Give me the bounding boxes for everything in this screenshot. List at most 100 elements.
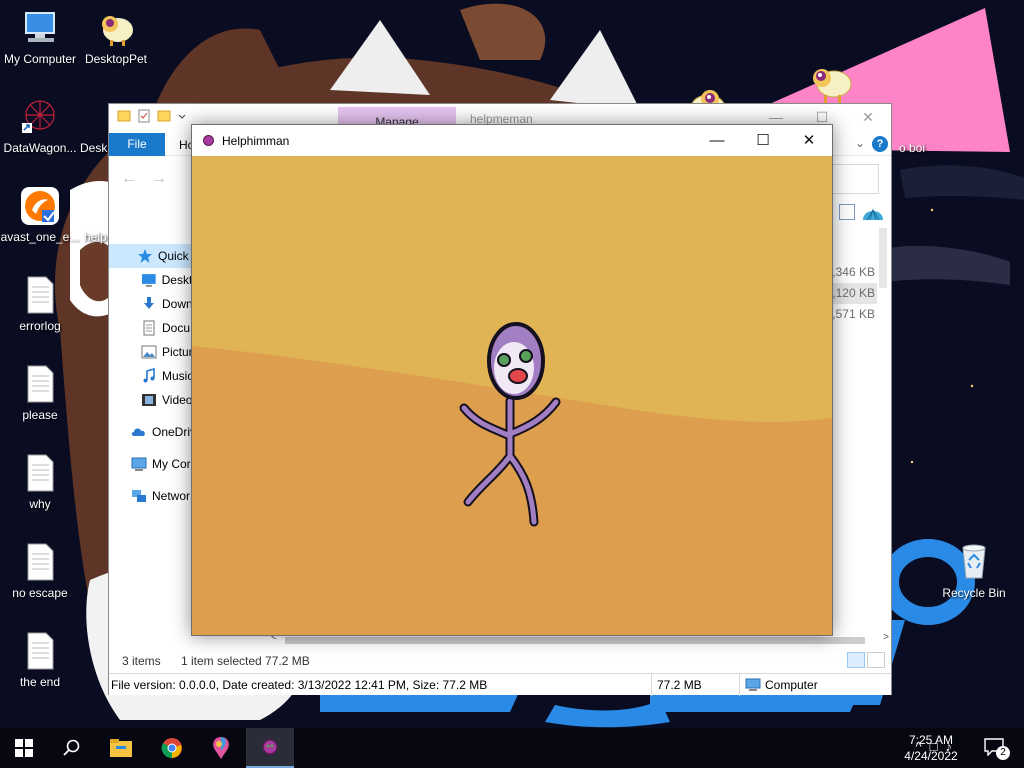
minimize-button[interactable]: —	[694, 125, 740, 156]
taskbar-file-explorer[interactable]	[97, 728, 145, 768]
clock-time: 7:25 AM	[908, 733, 954, 747]
file-size-column: 1,346 KB 9,120 KB 0,571 KB	[825, 262, 877, 325]
desktop-icon-help[interactable]: help	[84, 186, 108, 244]
navigation-pane: Quick a Deskto Down Docu Pictur Music Vi…	[109, 244, 199, 508]
nav-item-label: Networ	[152, 489, 191, 503]
game-canvas[interactable]	[192, 156, 832, 635]
text-file-icon	[27, 632, 54, 670]
nav-item-documents[interactable]: Docu	[109, 316, 199, 340]
nav-item-quick-access[interactable]: Quick a	[109, 244, 199, 268]
nav-item-pictures[interactable]: Pictur	[109, 340, 199, 364]
computer-icon	[745, 678, 761, 691]
desktop-icon-datawagon[interactable]: DataWagon...	[0, 97, 80, 155]
view-toggle	[847, 652, 885, 668]
back-arrow-icon[interactable]: ←	[121, 170, 137, 188]
star-icon	[138, 249, 152, 263]
nav-item-music[interactable]: Music	[109, 364, 199, 388]
notification-count-badge: 2	[996, 746, 1010, 760]
network-icon	[132, 490, 146, 502]
maximize-button[interactable]: ☐	[740, 125, 786, 156]
clock-date: 4/24/2022	[904, 749, 958, 763]
start-icon	[15, 739, 33, 757]
desktop-icon-label: no escape	[12, 586, 68, 600]
new-folder-icon[interactable]	[157, 109, 171, 123]
help-button[interactable]: ?	[872, 136, 888, 152]
desktop-icon-avast[interactable]: avast_one_e...	[0, 186, 80, 244]
desktop-icon-label: why	[29, 497, 51, 511]
nav-item-label: OneDriv	[152, 425, 197, 439]
download-icon	[144, 297, 154, 309]
shell-icon[interactable]	[861, 202, 885, 224]
desktop-pet-sheep[interactable]	[806, 62, 854, 104]
game-scene	[192, 156, 832, 635]
desktop-icon-no-escape[interactable]: no escape	[0, 542, 80, 600]
game-window[interactable]: Helphimman — ☐ ✕	[191, 124, 833, 636]
datawagon-icon	[22, 100, 55, 133]
large-icons-view-button[interactable]	[867, 652, 885, 668]
search-button[interactable]	[48, 728, 96, 768]
status-bar: 3 items 1 item selected 77.2 MB	[109, 650, 891, 672]
close-button[interactable]: ✕	[845, 104, 891, 131]
recycle-bin-icon	[962, 544, 986, 579]
taskbar-paint-3d[interactable]	[197, 728, 245, 768]
nav-item-my-computer[interactable]: My Cor	[109, 452, 199, 476]
desktop-icon-recycle-bin[interactable]: Recycle Bin	[934, 542, 1014, 600]
document-icon	[143, 320, 155, 336]
desktop-icon-label: o boi	[898, 141, 926, 155]
folder-icon	[84, 186, 108, 226]
nav-item-downloads[interactable]: Down	[109, 292, 199, 316]
video-icon	[142, 394, 156, 406]
nav-item-label: Docu	[162, 321, 191, 335]
details-view-button[interactable]	[847, 652, 865, 668]
desktop-icon-label: help	[84, 230, 107, 244]
desktop-icon-label: errorlog	[19, 319, 61, 333]
desktop-icon-errorlog[interactable]: errorlog	[0, 275, 80, 333]
game-window-title: Helphimman	[222, 134, 290, 148]
clock[interactable]: 7:25 AM 4/24/2022	[896, 732, 966, 764]
folder-icon[interactable]	[117, 109, 131, 123]
desktop-icon-the-end[interactable]: the end	[0, 631, 80, 689]
desktop-icon-desktoppet[interactable]: DesktopPet	[76, 8, 156, 66]
close-button[interactable]: ✕	[786, 125, 832, 156]
desktop-icon-o-boi[interactable]: o boi	[892, 97, 932, 155]
quick-access-toolbar	[117, 109, 187, 123]
taskbar-chrome[interactable]	[148, 728, 196, 768]
forward-arrow-icon[interactable]: →	[151, 170, 167, 188]
nav-item-onedrive[interactable]: OneDriv	[109, 420, 199, 444]
sheep-icon	[102, 16, 133, 46]
view-icon[interactable]	[839, 204, 855, 220]
notification-center-button[interactable]: 2	[984, 736, 1010, 760]
scrollbar-thumb[interactable]	[285, 637, 865, 644]
desktop-icon-label: please	[22, 408, 58, 422]
cloud-icon	[131, 428, 145, 436]
desktop-icon-please[interactable]: please	[0, 364, 80, 422]
desktop-icon-my-computer[interactable]: My Computer	[0, 8, 80, 66]
properties-icon[interactable]	[137, 109, 151, 123]
scroll-right-icon[interactable]: >	[883, 632, 889, 643]
start-button[interactable]	[0, 728, 48, 768]
chevron-down-icon[interactable]: ⌄	[855, 136, 865, 150]
taskbar-helphimman[interactable]	[246, 728, 294, 768]
desktop-icon-why[interactable]: why	[0, 453, 80, 511]
text-file-icon	[27, 276, 54, 314]
file-size-cell: 1,346 KB	[825, 265, 875, 279]
search-icon	[63, 739, 80, 756]
game-title-bar[interactable]: Helphimman — ☐ ✕	[192, 125, 832, 156]
helphimman-icon	[203, 135, 214, 146]
item-count: 3 items	[122, 654, 161, 668]
music-icon	[143, 368, 155, 383]
chevron-down-icon[interactable]	[177, 109, 187, 123]
vertical-scrollbar[interactable]	[879, 228, 887, 288]
nav-item-network[interactable]: Networ	[109, 484, 199, 508]
tab-file[interactable]: File	[109, 133, 165, 156]
pictures-icon	[141, 345, 157, 359]
desktop-icon-desk[interactable]: Desk	[80, 97, 110, 155]
nav-item-videos[interactable]: Video	[109, 388, 199, 412]
folder-icon	[80, 97, 110, 137]
file-explorer-icon	[110, 739, 132, 757]
desktop-icon-label: My Computer	[3, 52, 77, 66]
desktop-icon-label: DataWagon...	[3, 141, 77, 155]
desktop-icon-label: DesktopPet	[84, 52, 148, 66]
nav-item-label: Down	[162, 297, 193, 311]
nav-item-desktop[interactable]: Deskto	[109, 268, 199, 292]
